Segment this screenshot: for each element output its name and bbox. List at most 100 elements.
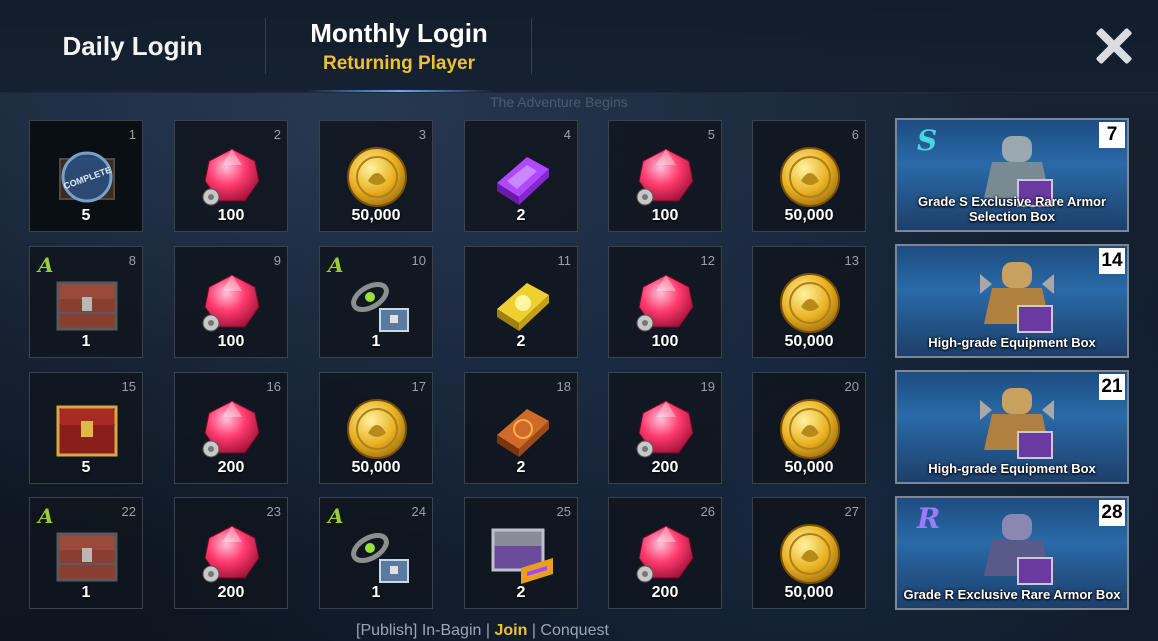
day-number: 13 bbox=[844, 253, 859, 268]
day-number: 24 bbox=[411, 504, 426, 519]
reward-cell-day-23[interactable]: 23 200 bbox=[174, 497, 288, 609]
big-reward-title: Grade R Exclusive Rare Armor Box bbox=[903, 587, 1121, 602]
reward-quantity: 50,000 bbox=[784, 459, 834, 476]
red-gem-icon bbox=[197, 143, 267, 211]
day-number: 28 bbox=[1099, 500, 1125, 526]
tab-daily-login[interactable]: Daily Login bbox=[0, 0, 265, 92]
day-number: 25 bbox=[556, 504, 571, 519]
big-reward-day-14[interactable]: 14 High-grade Equipment Box bbox=[895, 244, 1129, 358]
tab-monthly-subtitle: Returning Player bbox=[322, 52, 476, 74]
purple-armor-box-icon bbox=[972, 506, 1062, 588]
day-number: 8 bbox=[128, 253, 136, 268]
reward-cell-day-16[interactable]: 16 200 bbox=[174, 372, 288, 484]
reward-quantity: 200 bbox=[651, 459, 679, 476]
reward-quantity: 1 bbox=[81, 584, 91, 601]
day-number: 2 bbox=[273, 127, 281, 142]
gold-armor-box-icon bbox=[972, 380, 1062, 462]
reward-quantity: 2 bbox=[516, 459, 526, 476]
reward-cell-day-3[interactable]: 3 50,000 bbox=[319, 120, 433, 232]
reward-cell-day-18[interactable]: 18 2 bbox=[464, 372, 578, 484]
day-number: 26 bbox=[700, 504, 715, 519]
big-reward-day-7[interactable]: S 7 Grade S Exclusive Rare Armor Selection… bbox=[895, 118, 1129, 232]
reward-cell-day-4[interactable]: 42 bbox=[464, 120, 578, 232]
reward-quantity: 1 bbox=[81, 333, 91, 350]
reward-cell-day-20[interactable]: 20 50,000 bbox=[752, 372, 866, 484]
reward-cell-day-25[interactable]: 25 2 bbox=[464, 497, 578, 609]
reward-cell-day-8[interactable]: A81 bbox=[29, 246, 143, 358]
big-reward-day-21[interactable]: 21 High-grade Equipment Box bbox=[895, 370, 1129, 484]
day-number: 7 bbox=[1099, 122, 1125, 148]
day-number: 27 bbox=[844, 504, 859, 519]
background-footer: [Publish] In-Bagin | Join | Conquest bbox=[356, 622, 609, 639]
reward-cell-day-5[interactable]: 5 100 bbox=[608, 120, 722, 232]
reward-cell-day-6[interactable]: 6 50,000 bbox=[752, 120, 866, 232]
red-gem-icon bbox=[631, 143, 701, 211]
reward-quantity: 50,000 bbox=[784, 207, 834, 224]
day-number: 9 bbox=[273, 253, 281, 268]
accessory-chest-icon bbox=[342, 520, 412, 588]
footer-join: Join bbox=[494, 622, 528, 639]
background-caption: The Adventure Begins bbox=[490, 94, 628, 110]
reward-cell-day-2[interactable]: 2 100 bbox=[174, 120, 288, 232]
reward-cell-day-9[interactable]: 9 100 bbox=[174, 246, 288, 358]
tab-daily-label: Daily Login bbox=[62, 30, 203, 61]
big-reward-title: High-grade Equipment Box bbox=[928, 461, 1096, 476]
tab-monthly-login[interactable]: Monthly Login Returning Player bbox=[265, 0, 533, 92]
reward-quantity: 5 bbox=[81, 459, 91, 476]
close-icon[interactable] bbox=[1094, 26, 1134, 66]
reward-cell-day-11[interactable]: 11 2 bbox=[464, 246, 578, 358]
copper-ingot-icon bbox=[487, 395, 557, 463]
reward-quantity: 200 bbox=[217, 459, 245, 476]
day-number: 15 bbox=[121, 379, 136, 394]
reward-quantity: 50,000 bbox=[351, 459, 401, 476]
reward-quantity: 1 bbox=[371, 333, 381, 350]
gold-coin-icon bbox=[342, 143, 412, 211]
day-number: 17 bbox=[411, 379, 426, 394]
red-gem-icon bbox=[197, 269, 267, 337]
reward-cell-day-1[interactable]: COMPLETE 1 5 bbox=[29, 120, 143, 232]
reward-cell-day-10[interactable]: A 10 1 bbox=[319, 246, 433, 358]
reward-quantity: 50,000 bbox=[784, 333, 834, 350]
gold-coin-icon bbox=[775, 269, 845, 337]
day-number: 21 bbox=[1099, 374, 1125, 400]
day-number: 11 bbox=[557, 253, 572, 268]
reward-cell-day-17[interactable]: 17 50,000 bbox=[319, 372, 433, 484]
reward-quantity: 1 bbox=[371, 584, 381, 601]
purple-ingot-icon bbox=[487, 143, 557, 211]
silver-chest-icon bbox=[487, 520, 557, 588]
reward-cell-day-22[interactable]: A 22 1 bbox=[29, 497, 143, 609]
red-gem-icon bbox=[631, 269, 701, 337]
red-gem-icon bbox=[631, 520, 701, 588]
gold-coin-icon bbox=[775, 143, 845, 211]
wooden-chest-icon bbox=[52, 520, 122, 588]
red-chest-icon bbox=[52, 395, 122, 463]
day-number: 23 bbox=[266, 504, 281, 519]
reward-cell-day-15[interactable]: 15 5 bbox=[29, 372, 143, 484]
day-number: 5 bbox=[707, 127, 715, 142]
day-number: 14 bbox=[1099, 248, 1125, 274]
reward-cell-day-13[interactable]: 13 50,000 bbox=[752, 246, 866, 358]
reward-quantity: 100 bbox=[217, 333, 245, 350]
reward-cell-day-12[interactable]: 12 100 bbox=[608, 246, 722, 358]
day-number: 1 bbox=[128, 127, 136, 142]
reward-cell-day-27[interactable]: 27 50,000 bbox=[752, 497, 866, 609]
day-number: 19 bbox=[700, 379, 715, 394]
wooden-chest-icon bbox=[52, 269, 122, 337]
footer-right: Conquest bbox=[540, 622, 609, 639]
day-number: 20 bbox=[844, 379, 859, 394]
reward-cell-day-24[interactable]: A 24 1 bbox=[319, 497, 433, 609]
reward-quantity: 2 bbox=[516, 207, 526, 224]
big-reward-day-28[interactable]: R 28 Grade R Exclusive Rare Armor Box bbox=[895, 496, 1129, 610]
red-gem-icon bbox=[197, 395, 267, 463]
reward-cell-day-19[interactable]: 19 200 bbox=[608, 372, 722, 484]
grade-badge: R bbox=[917, 502, 941, 535]
gold-coin-icon bbox=[775, 520, 845, 588]
red-gem-icon bbox=[197, 520, 267, 588]
day-number: 3 bbox=[418, 127, 426, 142]
day-number: 22 bbox=[121, 504, 136, 519]
reward-cell-day-26[interactable]: 26 200 bbox=[608, 497, 722, 609]
reward-quantity: 100 bbox=[217, 207, 245, 224]
big-reward-title: High-grade Equipment Box bbox=[928, 335, 1096, 350]
header-bar: Daily Login Monthly Login Returning Play… bbox=[0, 0, 1158, 93]
day-number: 18 bbox=[556, 379, 571, 394]
